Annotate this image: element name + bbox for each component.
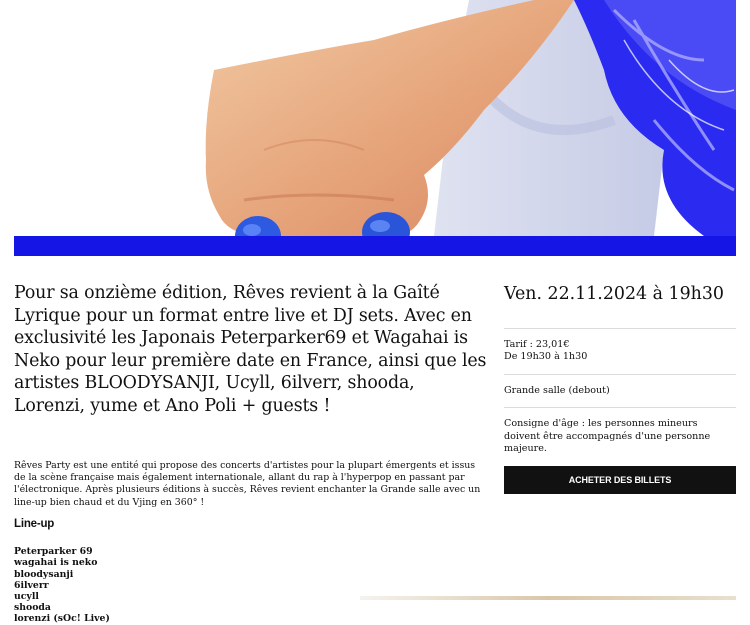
- main-content: Pour sa onzième édition, Rêves revient à…: [14, 282, 488, 625]
- event-date: Ven. 22.11.2024 à 19h30: [504, 284, 724, 304]
- next-image-preview: [360, 596, 736, 600]
- lineup-item: bloodysanji: [14, 568, 74, 580]
- lineup-item: wagahai is neko: [14, 557, 98, 569]
- event-description: Rêves Party est une entité qui propose d…: [14, 459, 481, 508]
- event-venue: Grande salle (debout): [504, 384, 610, 396]
- divider: [504, 373, 736, 375]
- lineup-item: shooda: [14, 602, 51, 614]
- hero-image: [14, 0, 736, 256]
- divider: [504, 328, 736, 329]
- lineup-list: Peterparker 69 wagahai is neko bloodysan…: [14, 546, 488, 624]
- event-info-sidebar: Ven. 22.11.2024 à 19h30 Tarif : 23,01€ D…: [504, 282, 736, 495]
- buy-tickets-button[interactable]: ACHETER DES BILLETS: [504, 466, 736, 495]
- event-hours: De 19h30 à 1h30: [504, 351, 588, 363]
- intro-text: Pour sa onzième édition, Rêves revient à…: [14, 283, 487, 416]
- lineup-item: 6ilverr: [14, 579, 49, 591]
- divider: [504, 407, 736, 409]
- lineup-heading: Line-up: [14, 518, 55, 531]
- lineup-item: lorenzi (sOc! Live): [14, 613, 110, 625]
- lineup-item: Peterparker 69: [14, 546, 93, 558]
- ticket-price: Tarif : 23,01€: [504, 339, 570, 350]
- age-notice: Consigne d'âge : les personnes mineurs d…: [504, 418, 711, 455]
